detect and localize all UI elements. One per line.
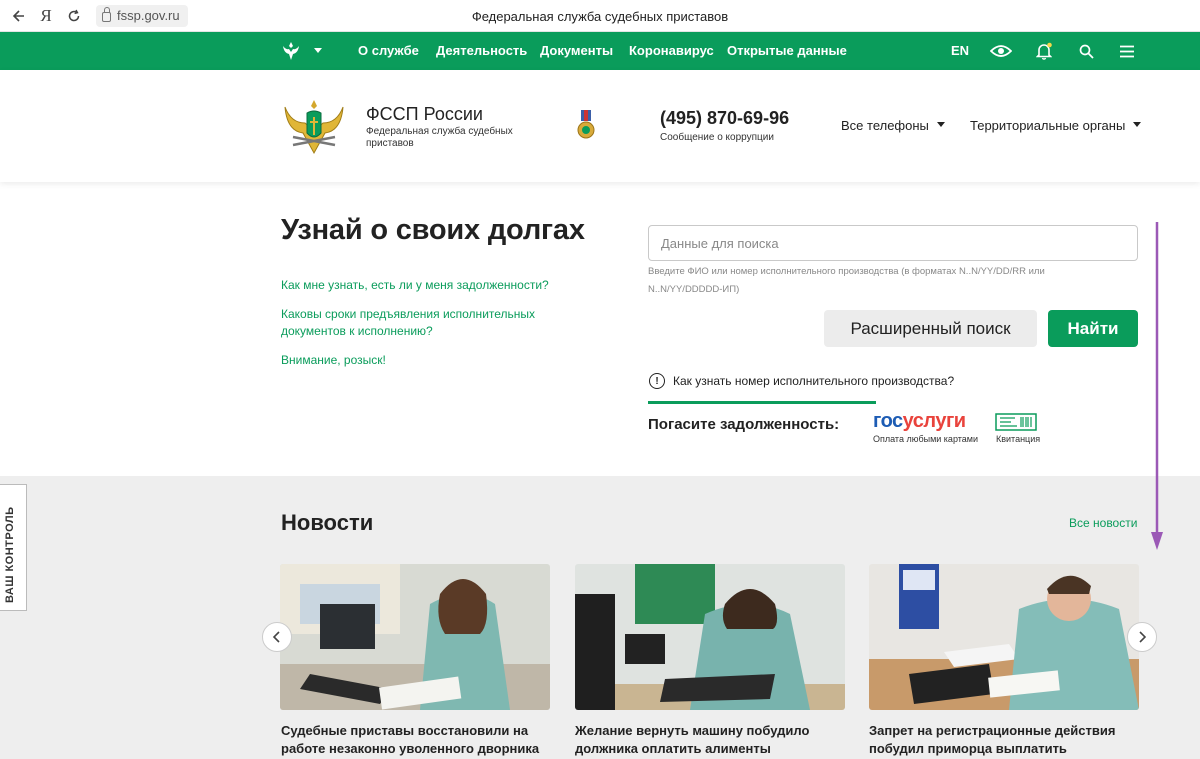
gosuslugi-logo-part-b: услуги (902, 410, 966, 432)
page-title: Узнай о своих долгах (281, 214, 585, 246)
lock-icon (102, 6, 111, 22)
news-heading: Новости (281, 510, 374, 535)
url-text: fssp.gov.ru (117, 8, 180, 23)
site-header: ФССП России Федеральная служба судебных … (0, 70, 1200, 182)
regions-label: Территориальные органы (970, 118, 1126, 133)
news-card-title[interactable]: Запрет на регистрационные действия побуд… (869, 722, 1139, 758)
regions-dropdown[interactable]: Территориальные органы (970, 118, 1142, 133)
reload-icon[interactable] (60, 2, 88, 30)
carousel-prev-button[interactable] (262, 622, 292, 652)
emblem-caret-icon[interactable] (314, 48, 322, 53)
nav-item-activity[interactable]: Деятельность (436, 43, 527, 58)
receipt-icon[interactable] (995, 413, 1037, 431)
divider-accent (648, 401, 876, 404)
gosuslugi-caption: Оплата любыми картами (873, 434, 978, 444)
news-card-image[interactable] (869, 564, 1139, 710)
chevron-down-icon (936, 122, 945, 128)
eye-icon[interactable] (988, 32, 1014, 70)
receipt-label: Квитанция (996, 434, 1041, 444)
carousel-next-button[interactable] (1127, 622, 1157, 652)
address-bar[interactable]: fssp.gov.ru (96, 4, 188, 27)
info-icon: ! (649, 373, 665, 389)
chevron-left-icon (272, 631, 280, 643)
yandex-logo-button[interactable]: Я (32, 2, 60, 30)
nav-item-documents[interactable]: Документы (540, 43, 613, 58)
fssp-emblem-icon[interactable] (283, 97, 345, 159)
language-switch[interactable]: EN (951, 43, 969, 58)
menu-icon[interactable] (1117, 32, 1137, 70)
brand-subtitle: Федеральная служба судебных приставов (366, 126, 513, 149)
case-number-help-link[interactable]: Как узнать номер исполнительного произво… (673, 374, 954, 388)
news-card-image[interactable] (280, 564, 550, 710)
phone-note: Сообщение о коррупции (660, 132, 774, 143)
bell-icon[interactable] (1033, 32, 1055, 70)
emblem-icon[interactable] (281, 40, 301, 62)
search-hint: Введите ФИО или номер исполнительного пр… (648, 266, 1045, 295)
browser-toolbar: Я fssp.gov.ru Федеральная служба судебны… (0, 0, 1200, 32)
deadlines-question-link[interactable]: Каковы сроки предъявления исполнительных… (281, 306, 551, 340)
nav-item-coronavirus[interactable]: Коронавирус (629, 43, 714, 58)
nav-item-open-data[interactable]: Открытые данные (727, 43, 847, 58)
feedback-side-tab[interactable]: ВАШ КОНТРОЛЬ (0, 484, 27, 611)
news-card-title[interactable]: Судебные приставы восстановили на работе… (281, 722, 551, 758)
brand-title[interactable]: ФССП России (366, 104, 483, 125)
find-button[interactable]: Найти (1048, 310, 1138, 347)
gosuslugi-logo-part-a: гос (873, 410, 903, 432)
all-phones-dropdown[interactable]: Все телефоны (841, 118, 945, 133)
news-card-image[interactable] (575, 564, 845, 710)
wanted-link[interactable]: Внимание, розыск! (281, 352, 386, 369)
news-card-title[interactable]: Желание вернуть машину побудило должника… (575, 722, 845, 758)
all-phones-label: Все телефоны (841, 118, 929, 133)
debt-search-input[interactable] (648, 225, 1138, 261)
feedback-side-tab-label: ВАШ КОНТРОЛЬ (4, 506, 16, 603)
gosuslugi-logo[interactable]: госуслуги (873, 410, 966, 433)
scroll-annotation-arrow-icon (1151, 222, 1163, 550)
chevron-right-icon (1139, 631, 1147, 643)
all-news-link[interactable]: Все новости (1069, 516, 1137, 530)
medal-icon[interactable] (576, 110, 596, 140)
pay-debt-label: Погасите задолженность: (648, 416, 840, 433)
arrow-left-icon[interactable] (4, 2, 32, 30)
nav-item-about[interactable]: О службе (358, 43, 419, 58)
advanced-search-button[interactable]: Расширенный поиск (824, 310, 1037, 347)
chevron-down-icon (1133, 122, 1142, 128)
top-navigation: О службе Деятельность Документы Коронави… (0, 32, 1200, 70)
search-icon[interactable] (1076, 32, 1096, 70)
phone-number[interactable]: (495) 870-69-96 (660, 108, 789, 129)
debt-question-link[interactable]: Как мне узнать, есть ли у меня задолженн… (281, 277, 549, 294)
